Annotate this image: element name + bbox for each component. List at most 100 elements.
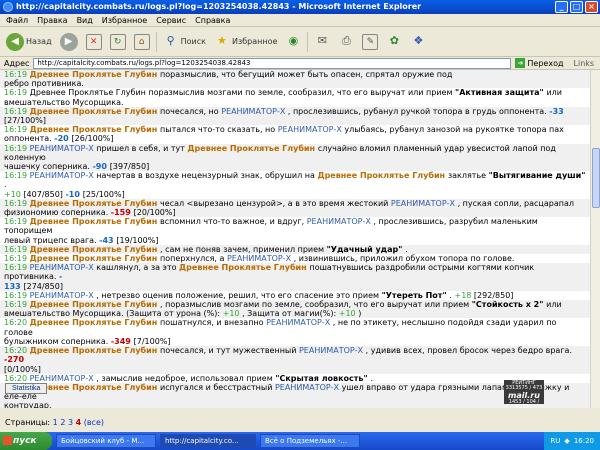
media-icon: ◉ (288, 33, 299, 47)
fighter-name[interactable]: Древнее Проклятье Глубин (30, 383, 160, 392)
taskbar-item-log[interactable]: http://capitalcity.co... (160, 434, 256, 448)
toolbar: ◀ Назад ▶ ✕ ↻ ⌂ ⚲ Поиск ★ Избранное ◉ ✉ … (0, 27, 600, 57)
fighter-name[interactable]: Древнее Проклятье Глубин (179, 263, 309, 272)
log-text: , удивив всех, провел бросок через бедро… (365, 346, 572, 356)
log-text: почесался, и тут мужественный (160, 346, 299, 356)
stop-button[interactable]: ✕ (84, 30, 104, 54)
pagination: Страницы: 1 2 3 4 (все) (5, 418, 104, 427)
log-text: Древнее Проклятье Глубин (29, 88, 149, 98)
fighter-name[interactable]: Древнее Проклятье Глубин (30, 217, 160, 226)
log-text: "Удачный удар" (326, 244, 406, 254)
forward-button[interactable]: ▶ (58, 30, 80, 54)
fighter-name[interactable]: РЕАНИМАТОР-Х (391, 199, 458, 208)
mail-button[interactable]: ✉ (312, 30, 332, 54)
menu-help[interactable]: Справка (195, 16, 230, 25)
fighter-name[interactable]: Древнее Проклятье Глубин (30, 300, 160, 309)
page-link-2[interactable]: 2 (60, 418, 65, 427)
address-input[interactable]: http://capitalcity.combats.ru/logs.pl?lo… (33, 57, 512, 69)
menu-file[interactable]: Файл (6, 16, 28, 25)
fighter-name[interactable]: Древнее Проклятье Глубин (30, 318, 160, 327)
system-tray: RU ◆ 16:20 (544, 432, 600, 450)
log-text: начертав в воздухе нецензурный знак, обр… (96, 171, 318, 181)
pages-label: Страницы: (5, 418, 51, 427)
log-text: поперхнулся, а (160, 254, 227, 264)
fighter-name[interactable]: РЕАНИМАТОР-Х (221, 107, 288, 116)
fighter-name[interactable]: Древнее Проклятье Глубин (30, 254, 160, 263)
log-text: кашлянул, а за это (96, 263, 180, 273)
mail-icon: ✉ (317, 33, 327, 47)
fighter-name[interactable]: Древнее Проклятье Глубин (30, 70, 160, 79)
page-link-1[interactable]: 1 (53, 418, 58, 427)
log-text: [25/100%] (82, 189, 125, 199)
page-link-all[interactable]: (все) (84, 418, 104, 427)
statistics-button[interactable]: Statistika (5, 383, 48, 394)
log-timestamp: 16:19 (4, 300, 30, 310)
fighter-name[interactable]: РЕАНИМАТОР-Х (30, 374, 97, 383)
battle-log: 16:19 Древнее Проклятье Глубин поразмысл… (0, 70, 590, 408)
search-button[interactable]: ⚲ Поиск (161, 30, 208, 54)
fighter-name[interactable]: Древнее Проклятье Глубин (30, 245, 160, 254)
taskbar-item-dungeons[interactable]: Всё о Подземельях -... (260, 434, 360, 448)
log-text: -349 (110, 336, 134, 346)
log-text: ребро противника. (4, 79, 84, 89)
log-text: , пуская сопли, расцарапал (457, 198, 574, 208)
log-text: +10 (338, 309, 359, 319)
log-line: 16:19 Древнее Проклятье Глубин , поразмы… (0, 300, 590, 310)
fighter-name[interactable]: РЕАНИМАТОР-Х (275, 383, 342, 392)
minimize-button[interactable]: _ (555, 1, 568, 13)
close-button[interactable]: × (585, 1, 598, 13)
fighter-name[interactable]: РЕАНИМАТОР-Х (299, 346, 366, 355)
language-indicator[interactable]: RU (550, 437, 560, 445)
tray-icon[interactable]: ◆ (564, 437, 569, 445)
favorites-button[interactable]: ★ Избранное (212, 30, 279, 54)
fighter-name[interactable]: РЕАНИМАТОР-Х (227, 254, 294, 263)
menu-favorites[interactable]: Избранное (102, 16, 147, 25)
fighter-name[interactable]: РЕАНИМАТОР-Х (30, 263, 97, 272)
fighter-name[interactable]: Древнее Проклятье Глубин (317, 171, 447, 180)
page-link-3[interactable]: 3 (68, 418, 73, 427)
vertical-scrollbar[interactable] (590, 70, 600, 408)
menu-view[interactable]: Вид (77, 16, 93, 25)
fighter-name[interactable]: Древнее Проклятье Глубин (187, 144, 317, 153)
log-timestamp: 16:19 (4, 171, 30, 181)
print-button[interactable]: ⎙ (336, 30, 356, 54)
log-text: [274/850] (23, 281, 63, 291)
menu-tools[interactable]: Сервис (156, 16, 186, 25)
links-button[interactable]: Links (574, 59, 595, 68)
fighter-name[interactable]: РЕАНИМАТОР-Х (266, 318, 333, 327)
fighter-name[interactable]: РЕАНИМАТОР-Х (30, 291, 97, 300)
fighter-name[interactable]: РЕАНИМАТОР-Х (307, 217, 374, 226)
log-line: оппонента. -20 [26/100%] (0, 134, 590, 143)
back-button[interactable]: ◀ Назад (4, 30, 54, 54)
fighter-name[interactable]: РЕАНИМАТОР-Х (30, 171, 97, 180)
fighter-name[interactable]: Древнее Проклятье Глубин (30, 199, 160, 208)
start-button[interactable]: пуск (0, 432, 52, 450)
fighter-name[interactable]: Древнее Проклятье Глубин (30, 125, 160, 134)
refresh-button[interactable]: ↻ (108, 30, 128, 54)
log-text: улыбаясь, рубанул занозой на рукоятке то… (344, 125, 564, 135)
log-text: "Стойкость х 2" (471, 300, 547, 310)
log-text: [407/850] (23, 189, 66, 199)
mailru-counter[interactable]: РЕЙТИНГ 3313575 / 473 mail.ru 1453 / 104… (504, 380, 544, 410)
edit-button[interactable]: ✎ (360, 30, 380, 54)
log-timestamp: 16:19 (4, 254, 30, 264)
menu-edit[interactable]: Правка (37, 16, 67, 25)
log-text: "Вытягивание души" (488, 171, 586, 181)
fighter-name[interactable]: РЕАНИМАТОР-Х (278, 125, 345, 134)
taskbar-item-combats[interactable]: Бойцовский клуб - M... (56, 434, 156, 448)
log-text: булыжником соперника. (4, 336, 111, 346)
discuss-button[interactable]: ❖ (408, 30, 428, 54)
go-button[interactable]: ➜ Переход (515, 58, 564, 68)
log-timestamp: 16:19 (4, 125, 30, 135)
fighter-name[interactable]: РЕАНИМАТОР-Х (30, 144, 97, 153)
log-text: испугался и бесстрастный (160, 382, 275, 392)
log-timestamp: 16:20 (4, 373, 30, 383)
fighter-name[interactable]: Древнее Проклятье Глубин (30, 346, 160, 355)
messenger-button[interactable]: ✿ (384, 30, 404, 54)
home-button[interactable]: ⌂ (132, 30, 152, 54)
media-button[interactable]: ◉ (283, 30, 303, 54)
fighter-name[interactable]: Древнее Проклятье Глубин (30, 107, 160, 116)
scrollbar-thumb[interactable] (592, 148, 600, 208)
log-line: [0/100%] (0, 364, 590, 374)
maximize-button[interactable]: □ (570, 1, 583, 13)
